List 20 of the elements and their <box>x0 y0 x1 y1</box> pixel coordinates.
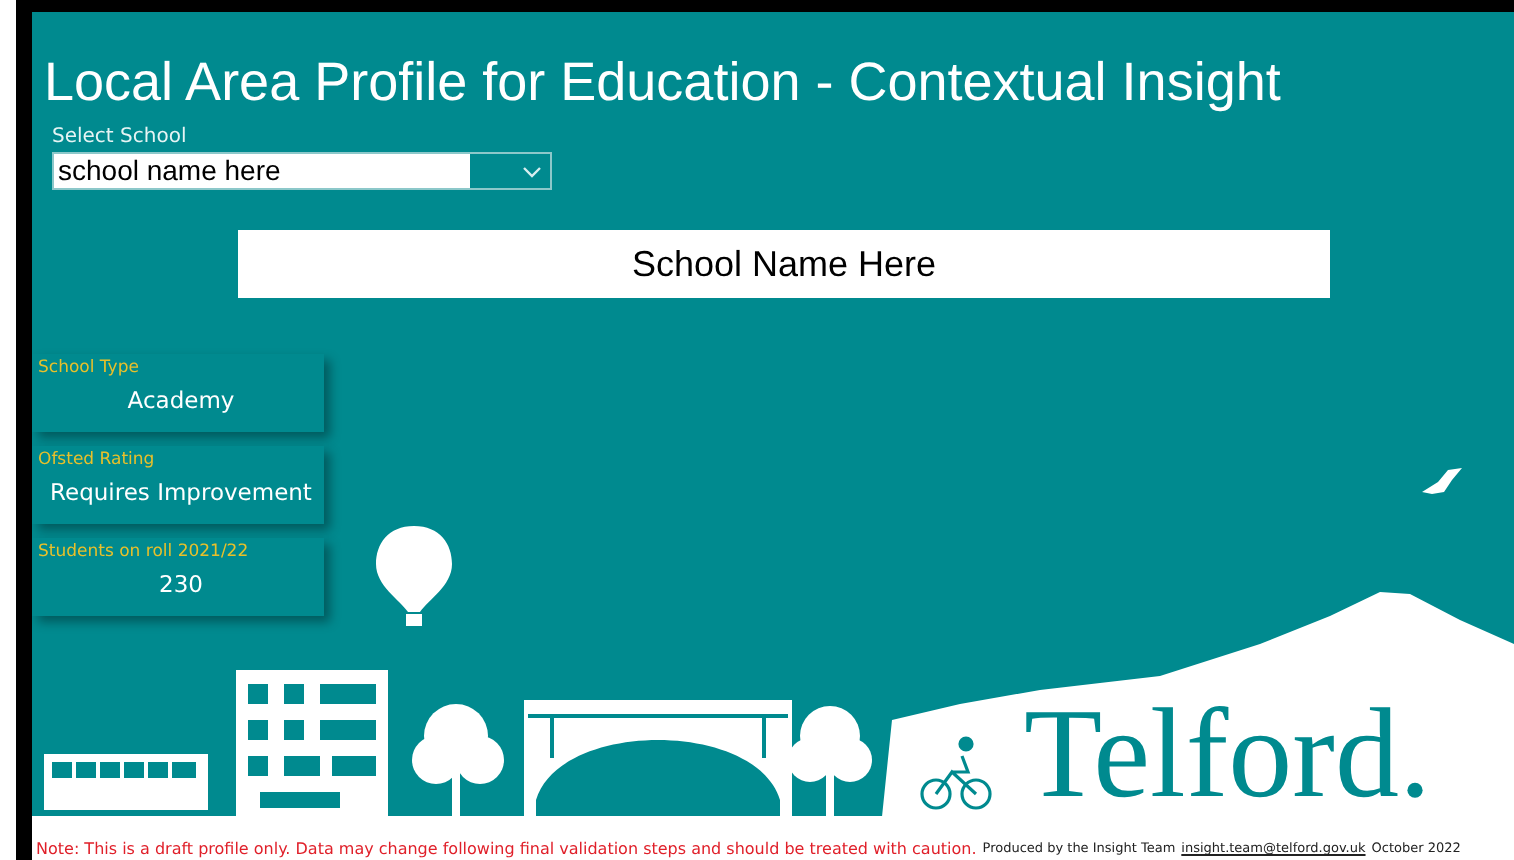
draft-note: Note: This is a draft profile only. Data may change following final validation steps and should be treated with caution. <box>36 839 977 857</box>
select-label: Select School <box>52 124 189 152</box>
card-label: Ofsted Rating <box>38 448 157 472</box>
tree-icon <box>412 704 504 820</box>
card-value: Academy <box>125 384 237 418</box>
card-label: Students on roll 2021/22 <box>38 540 251 564</box>
chevron-icon <box>522 165 542 177</box>
school-dropdown[interactable]: school name here <box>52 152 552 190</box>
report-title: Local Area Profile for Education - Contextual Insight <box>42 50 1283 112</box>
cyclist-icon <box>920 736 992 810</box>
card-label: School Type <box>38 356 141 380</box>
card-value: Requires Improvement <box>48 476 314 510</box>
card-value: 230 <box>157 568 205 602</box>
bird-icon <box>1422 468 1462 494</box>
building-icon <box>236 670 388 816</box>
telford-logo: Telford. <box>1024 688 1431 820</box>
tree-icon <box>788 706 872 816</box>
bus-icon <box>44 754 208 810</box>
balloon-drawing <box>376 526 452 626</box>
school-name-banner: School Name Here <box>238 230 1330 298</box>
